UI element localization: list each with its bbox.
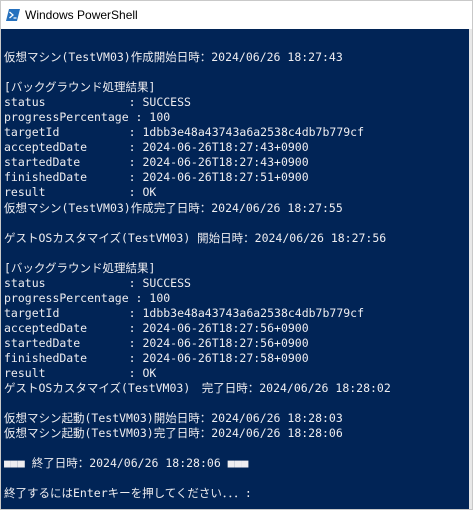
console-line: startedDate : 2024-06-26T18:27:56+0900 [4,335,309,350]
console-line: startedDate : 2024-06-26T18:27:43+0900 [4,155,309,170]
console-line: 仮想マシン起動(TestVM03)完了日時：2024/06/26 18:28:0… [4,426,343,441]
console-line: finishedDate : 2024-06-26T18:27:51+0900 [4,170,309,185]
console-line: 仮想マシン(TestVM03)作成開始日時：2024/06/26 18:27:4… [4,50,343,65]
console-line: progressPercentage : 100 [4,110,171,125]
console-line: 終了するにはEnterキーを押してください．．．: [4,486,252,501]
console-line: acceptedDate : 2024-06-26T18:27:43+0900 [4,140,309,155]
console-line: [バックグラウンド処理結果] [4,80,156,95]
scrollbar[interactable] [469,29,472,509]
console-line: ゲストOSカスタマイズ(TestVM03) 完了日時：2024/06/26 18… [4,381,391,396]
console-line: ■■■ 終了日時：2024/06/26 18:28:06 ■■■ [4,456,249,471]
console-line: status : SUCCESS [4,275,191,290]
console-line: 仮想マシン起動(TestVM03)開始日時：2024/06/26 18:28:0… [4,411,343,426]
console-line: ゲストOSカスタマイズ(TestVM03) 開始日時：2024/06/26 18… [4,230,387,245]
console-line: acceptedDate : 2024-06-26T18:27:56+0900 [4,320,309,335]
powershell-window: Windows PowerShell 仮想マシン(TestVM03)作成開始日時… [0,0,473,510]
window-title: Windows PowerShell [25,8,138,22]
console-line: targetId : 1dbb3e48a43743a6a2538c4db7b77… [4,305,365,320]
console-line: targetId : 1dbb3e48a43743a6a2538c4db7b77… [4,125,365,140]
console-line: result : OK [4,185,157,200]
console-output[interactable]: 仮想マシン(TestVM03)作成開始日時：2024/06/26 18:27:4… [1,29,472,509]
console-line: progressPercentage : 100 [4,290,171,305]
console-line: [バックグラウンド処理結果] [4,260,156,275]
title-bar[interactable]: Windows PowerShell [1,1,472,29]
console-line: result : OK [4,366,157,381]
console-line: 仮想マシン(TestVM03)作成完了日時：2024/06/26 18:27:5… [4,200,343,215]
powershell-icon [6,9,20,21]
console-line: status : SUCCESS [4,95,191,110]
console-line: finishedDate : 2024-06-26T18:27:58+0900 [4,350,309,365]
